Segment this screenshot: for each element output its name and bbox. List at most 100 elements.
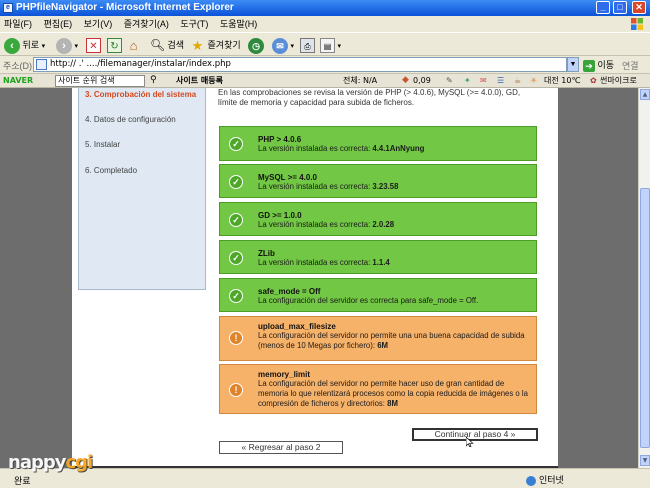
status-bar: 완료 인터넷: [0, 468, 650, 488]
naver-site-label[interactable]: 사이트 매등록: [176, 74, 223, 87]
maximize-button[interactable]: □: [613, 1, 627, 14]
favorites-label: 즐겨찾기: [207, 40, 241, 50]
back-arrow-icon: ‹: [4, 37, 20, 54]
zone-label: 인터넷: [539, 475, 564, 485]
go-label: 이동: [597, 60, 615, 70]
status-text: 완료: [14, 476, 31, 486]
menu-bar: 파일(F) 편집(E) 보기(V) 즐겨찾기(A) 도구(T) 도움말(H): [0, 16, 650, 32]
check-memory-limit: ! memory_limit La configuración del serv…: [219, 364, 537, 414]
check-desc: La versión instalada es correcta:: [258, 220, 373, 229]
scroll-down-icon[interactable]: ▼: [640, 455, 650, 466]
scroll-up-icon[interactable]: ▲: [640, 89, 650, 100]
mail-button[interactable]: ✉ ▾: [272, 36, 294, 54]
home-icon: ⌂: [129, 38, 138, 54]
search-button[interactable]: 🔍︎ 검색: [150, 36, 184, 54]
warning-icon: !: [229, 383, 243, 397]
naver-tool-icon[interactable]: ✦: [464, 74, 471, 87]
naver-cafe-icon[interactable]: ☕︎: [514, 74, 521, 87]
naver-rank-icon: ◆: [402, 75, 409, 85]
close-button[interactable]: ✕: [632, 1, 646, 14]
stop-icon: ✕: [86, 38, 101, 54]
mouse-cursor-icon: [466, 437, 474, 447]
naver-search-input[interactable]: 사이트 순위 검색: [55, 75, 145, 87]
title-bar: e PHPfileNavigator - Microsoft Internet …: [0, 0, 650, 16]
windows-logo-icon: [631, 18, 643, 30]
check-gd: ✓ GD >= 1.0.0 La versión instalada es co…: [219, 202, 537, 236]
menu-favorites[interactable]: 즐겨찾기(A): [124, 19, 169, 29]
favorites-button[interactable]: ★ 즐겨찾기: [190, 36, 241, 54]
naver-logo[interactable]: NAVER: [3, 74, 33, 87]
menu-edit[interactable]: 편집(E): [44, 19, 73, 29]
check-ok-icon: ✓: [229, 137, 243, 151]
back-step-2-button[interactable]: « Regresar al paso 2: [219, 441, 343, 454]
naver-pen-icon[interactable]: ✎: [446, 74, 453, 87]
naver-blog-icon[interactable]: ☰: [497, 74, 504, 87]
check-name: GD >= 1.0.0: [258, 211, 302, 220]
check-name: memory_limit: [258, 370, 311, 379]
vertical-scrollbar[interactable]: ▲ ▼: [638, 88, 650, 468]
address-label: 주소(D): [3, 61, 33, 71]
history-button[interactable]: ◷: [248, 36, 264, 54]
security-zone: 인터넷: [526, 473, 564, 486]
window-title: PHPfileNavigator - Microsoft Internet Ex…: [16, 2, 234, 13]
page-icon: [36, 59, 47, 70]
installer-steps-sidebar: 3. Comprobación del sistema 4. Datos de …: [78, 88, 206, 290]
stop-button[interactable]: ✕: [86, 36, 101, 54]
step-4: 4. Datos de configuración: [85, 115, 176, 124]
naver-total-label: 전체: N/A: [343, 76, 378, 85]
history-icon: ◷: [248, 37, 264, 54]
refresh-icon: ↻: [107, 38, 122, 54]
check-mysql: ✓ MySQL >= 4.0.0 La versión instalada es…: [219, 164, 537, 198]
back-label: 뒤로: [22, 40, 40, 50]
menu-tools[interactable]: 도구(T): [180, 19, 208, 29]
scroll-thumb[interactable]: [640, 188, 650, 448]
standard-toolbar: ‹ 뒤로 ▾ › ▾ ✕ ↻ ⌂ 🔍︎ 검색 ★ 즐겨찾기 ◷ ✉ ▾ ⎙ ▤ …: [0, 32, 650, 56]
address-dropdown[interactable]: ▼: [567, 57, 579, 72]
continue-step-4-button[interactable]: Continuar al paso 4 »: [412, 428, 538, 441]
check-desc: La versión instalada es correcta:: [258, 258, 373, 267]
check-name: MySQL >= 4.0.0: [258, 173, 317, 182]
naver-extra-icon: ✿: [590, 76, 597, 85]
check-ok-icon: ✓: [229, 251, 243, 265]
address-url: http:// .' ..../filemanager/instalar/ind…: [50, 59, 231, 69]
check-name: upload_max_filesize: [258, 322, 336, 331]
print-button[interactable]: ⎙: [300, 36, 315, 54]
step-5: 5. Instalar: [85, 140, 121, 149]
refresh-button[interactable]: ↻: [107, 36, 122, 54]
watermark-part1: nappy: [8, 452, 66, 473]
favorites-star-icon: ★: [191, 38, 204, 54]
check-ok-icon: ✓: [229, 289, 243, 303]
edit-page-icon: ▤: [320, 38, 335, 54]
back-button[interactable]: ‹ 뒤로 ▾: [4, 36, 45, 54]
edit-button[interactable]: ▤ ▾: [320, 36, 341, 54]
print-icon: ⎙: [300, 38, 315, 54]
naver-weather[interactable]: 대전 10℃: [544, 74, 580, 87]
forward-button[interactable]: › ▾: [56, 36, 78, 54]
address-input[interactable]: http:// .' ..../filemanager/instalar/ind…: [33, 57, 567, 72]
home-button[interactable]: ⌂: [126, 36, 141, 54]
naver-weather-icon: ☀: [530, 76, 538, 85]
check-value: 1.1.4: [372, 258, 390, 267]
menu-view[interactable]: 보기(V): [84, 19, 113, 29]
check-name: ZLib: [258, 249, 275, 258]
check-name: safe_mode = Off: [258, 287, 321, 296]
links-label[interactable]: 연결: [622, 59, 639, 72]
check-upload-max-filesize: ! upload_max_filesize La configuración d…: [219, 316, 537, 361]
browser-content: 3. Comprobación del sistema 4. Datos de …: [0, 88, 638, 468]
ie-page-icon: e: [3, 3, 13, 13]
menu-file[interactable]: 파일(F): [4, 19, 32, 29]
nappycgi-watermark: nappycgi: [8, 452, 93, 473]
minimize-button[interactable]: _: [596, 1, 610, 14]
step-3: 3. Comprobación del sistema: [85, 90, 197, 99]
naver-search-icon[interactable]: ⚲: [150, 74, 157, 87]
search-icon: 🔍︎: [150, 38, 166, 53]
check-zlib: ✓ ZLib La versión instalada es correcta:…: [219, 240, 537, 274]
naver-extra[interactable]: 썬마이크로: [600, 74, 637, 87]
check-ok-icon: ✓: [229, 175, 243, 189]
check-value: 3.23.58: [372, 182, 399, 191]
naver-mail-icon[interactable]: ✉: [480, 74, 487, 87]
menu-help[interactable]: 도움말(H): [220, 19, 257, 29]
check-value: 4.4.1AnNyung: [372, 144, 425, 153]
go-button[interactable]: ➔ 이동: [583, 58, 614, 72]
naver-score: 0,09: [413, 76, 431, 85]
